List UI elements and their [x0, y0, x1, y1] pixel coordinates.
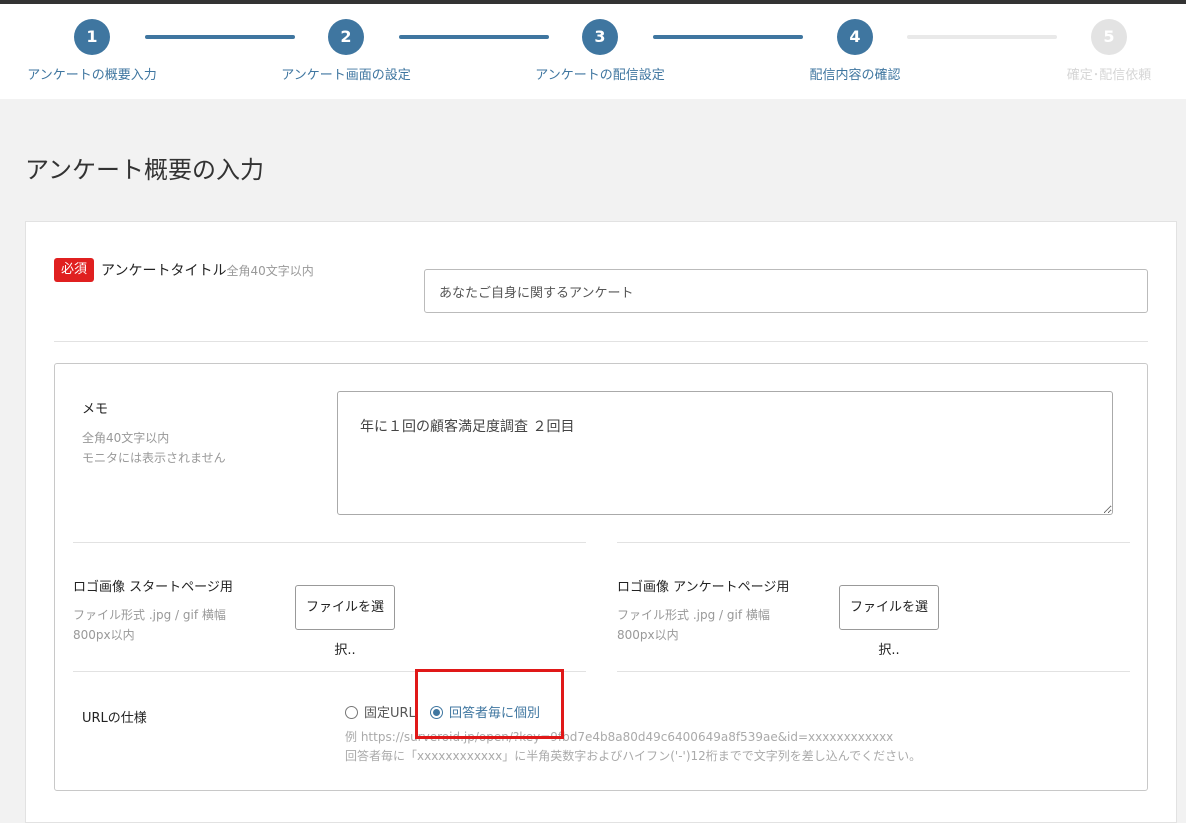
memo-hint: 全角40文字以内 モニタには表示されません: [82, 428, 226, 468]
step-5-label: 確定･配信依頼: [1066, 68, 1152, 83]
step-4-label[interactable]: 配信内容の確認: [809, 64, 900, 83]
step-1-label[interactable]: アンケートの概要入力: [27, 64, 156, 83]
survey-title-label-text: アンケートタイトル: [101, 263, 227, 279]
step-connector: [399, 35, 549, 39]
radio-fixed-url[interactable]: 固定URL: [345, 702, 416, 721]
step-connector: [653, 35, 803, 39]
memo-label: メモ: [82, 402, 109, 417]
highlight-annotation-box: [415, 669, 564, 739]
progress-stepper: 1 2 3 4 5 アンケートの概要入力 アンケート画面の設定 アンケートの配信…: [0, 4, 1186, 99]
required-badge: 必須: [54, 258, 94, 282]
logo-start-label: ロゴ画像 スタートページ用: [73, 580, 233, 595]
step-connector: [907, 35, 1057, 39]
optional-settings-panel: メモ 全角40文字以内 モニタには表示されません 年に１回の顧客満足度調査 ２回…: [54, 363, 1148, 791]
logo-survey-hint: ファイル形式 .jpg / gif 横幅800px以内: [617, 608, 770, 642]
step-1-circle[interactable]: 1: [74, 19, 110, 55]
url-note: 回答者毎に「xxxxxxxxxxxx」に半角英数字およびハイフン('-')12桁…: [345, 749, 922, 763]
divider: [617, 671, 1130, 672]
step-connector: [145, 35, 295, 39]
step-3-circle[interactable]: 3: [582, 19, 618, 55]
memo-hint-line1: 全角40文字以内: [82, 431, 170, 445]
form-card: 必須 アンケートタイトル全角40文字以内 メモ 全角40文字以内 モニタには表示…: [25, 221, 1177, 823]
radio-fixed-url-label[interactable]: 固定URL: [364, 706, 416, 721]
logo-survey-file-button[interactable]: ファイルを選択..: [839, 585, 939, 658]
radio-unchecked-icon[interactable]: [345, 706, 358, 719]
logo-survey-label: ロゴ画像 アンケートページ用: [617, 580, 790, 595]
step-2-circle[interactable]: 2: [328, 19, 364, 55]
survey-title-hint: 全角40文字以内: [226, 264, 314, 278]
divider: [73, 542, 586, 543]
survey-title-input[interactable]: [424, 269, 1148, 313]
step-2-label[interactable]: アンケート画面の設定: [281, 64, 410, 83]
logo-start-hint: ファイル形式 .jpg / gif 横幅800px以内: [73, 608, 226, 642]
page-title: アンケート概要の入力: [25, 156, 265, 184]
memo-hint-line2: モニタには表示されません: [82, 451, 226, 465]
step-5-circle: 5: [1091, 19, 1127, 55]
step-3-label[interactable]: アンケートの配信設定: [535, 64, 664, 83]
step-4-circle[interactable]: 4: [837, 19, 873, 55]
url-spec-label: URLの仕様: [82, 711, 147, 726]
divider: [54, 341, 1148, 342]
divider: [617, 542, 1130, 543]
survey-title-label: アンケートタイトル全角40文字以内: [101, 260, 314, 280]
memo-textarea[interactable]: 年に１回の顧客満足度調査 ２回目: [337, 391, 1113, 515]
logo-start-file-button[interactable]: ファイルを選択..: [295, 585, 395, 658]
